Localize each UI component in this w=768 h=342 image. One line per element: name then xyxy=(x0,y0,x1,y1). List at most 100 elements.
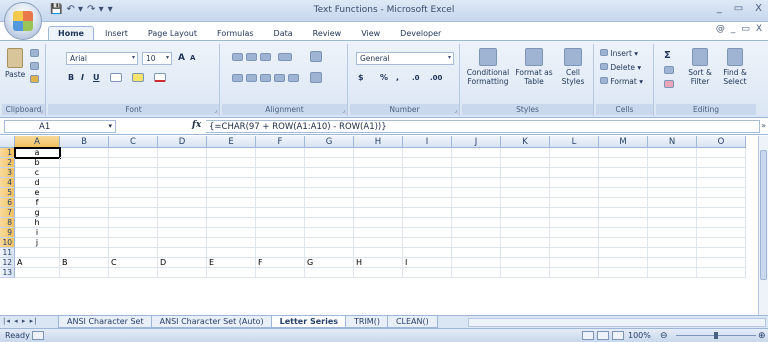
font-color-icon[interactable] xyxy=(154,73,166,82)
cell-c9[interactable] xyxy=(109,228,158,238)
cell-j9[interactable] xyxy=(452,228,501,238)
cell-c11[interactable] xyxy=(109,248,158,258)
cell-g6[interactable] xyxy=(305,198,354,208)
copy-icon[interactable] xyxy=(30,62,39,70)
cell-b11[interactable] xyxy=(60,248,109,258)
cell-h1[interactable] xyxy=(354,148,403,158)
cell-m4[interactable] xyxy=(599,178,648,188)
grow-font-button[interactable]: A xyxy=(178,53,185,63)
autosum-button[interactable]: Σ xyxy=(664,50,671,61)
cell-a8[interactable]: h xyxy=(15,218,60,228)
scrollbar-thumb[interactable] xyxy=(760,150,767,280)
cell-k1[interactable] xyxy=(501,148,550,158)
delete-cells-button[interactable]: Delete ▾ xyxy=(600,63,641,72)
cell-c6[interactable] xyxy=(109,198,158,208)
cell-f9[interactable] xyxy=(256,228,305,238)
row-header[interactable]: 12 xyxy=(0,258,15,268)
cell-k3[interactable] xyxy=(501,168,550,178)
cell-j11[interactable] xyxy=(452,248,501,258)
cell-f12[interactable]: F xyxy=(256,258,305,268)
cell-a7[interactable]: g xyxy=(15,208,60,218)
sheet-tab-clean[interactable]: CLEAN() xyxy=(386,316,438,328)
cell-n2[interactable] xyxy=(648,158,697,168)
font-launcher-icon[interactable]: ⌟ xyxy=(214,107,217,114)
ribbon-restore-button[interactable]: ▭ xyxy=(741,24,750,34)
ribbon-minimize-button[interactable]: _ xyxy=(731,24,736,34)
cell-o10[interactable] xyxy=(697,238,746,248)
cell-g7[interactable] xyxy=(305,208,354,218)
cell-n12[interactable] xyxy=(648,258,697,268)
cell-m10[interactable] xyxy=(599,238,648,248)
cell-m7[interactable] xyxy=(599,208,648,218)
cell-o4[interactable] xyxy=(697,178,746,188)
cell-c4[interactable] xyxy=(109,178,158,188)
cell-i7[interactable] xyxy=(403,208,452,218)
cell-o2[interactable] xyxy=(697,158,746,168)
column-header-n[interactable]: N xyxy=(648,136,697,148)
cell-d5[interactable] xyxy=(158,188,207,198)
sort-filter-button[interactable]: Sort & Filter xyxy=(684,48,716,86)
decrease-indent-icon[interactable] xyxy=(274,74,285,82)
cell-j8[interactable] xyxy=(452,218,501,228)
cell-g1[interactable] xyxy=(305,148,354,158)
cell-b13[interactable] xyxy=(60,268,109,278)
cell-f1[interactable] xyxy=(256,148,305,158)
format-as-table-button[interactable]: Format as Table xyxy=(514,48,554,86)
cell-m6[interactable] xyxy=(599,198,648,208)
cell-o8[interactable] xyxy=(697,218,746,228)
zoom-level[interactable]: 100% xyxy=(628,331,651,340)
cell-m1[interactable] xyxy=(599,148,648,158)
tab-data[interactable]: Data xyxy=(265,27,302,40)
cell-i3[interactable] xyxy=(403,168,452,178)
comma-button[interactable]: , xyxy=(396,73,399,82)
cell-o1[interactable] xyxy=(697,148,746,158)
cell-h5[interactable] xyxy=(354,188,403,198)
cell-h13[interactable] xyxy=(354,268,403,278)
borders-icon[interactable] xyxy=(110,73,122,82)
column-header-j[interactable]: J xyxy=(452,136,501,148)
cell-h8[interactable] xyxy=(354,218,403,228)
cell-g9[interactable] xyxy=(305,228,354,238)
page-break-view-button[interactable] xyxy=(612,331,624,340)
cell-j2[interactable] xyxy=(452,158,501,168)
cell-o7[interactable] xyxy=(697,208,746,218)
tab-formulas[interactable]: Formulas xyxy=(208,27,263,40)
tab-insert[interactable]: Insert xyxy=(96,27,137,40)
align-right-icon[interactable] xyxy=(260,74,271,82)
column-header-m[interactable]: M xyxy=(599,136,648,148)
cell-b12[interactable]: B xyxy=(60,258,109,268)
cell-k11[interactable] xyxy=(501,248,550,258)
row-header[interactable]: 6 xyxy=(0,198,15,208)
tab-review[interactable]: Review xyxy=(304,27,351,40)
wrap-text-icon[interactable] xyxy=(310,51,322,62)
align-bottom-icon[interactable] xyxy=(260,53,271,61)
merge-center-icon[interactable] xyxy=(310,72,322,83)
cell-d9[interactable] xyxy=(158,228,207,238)
cell-f5[interactable] xyxy=(256,188,305,198)
office-button[interactable] xyxy=(4,2,42,40)
number-format-combo[interactable]: General ▾ xyxy=(356,52,454,65)
cell-n5[interactable] xyxy=(648,188,697,198)
conditional-formatting-button[interactable]: Conditional Formatting xyxy=(464,48,512,86)
select-all-button[interactable] xyxy=(0,136,15,148)
orientation-icon[interactable] xyxy=(278,53,292,61)
column-header-o[interactable]: O xyxy=(697,136,746,148)
cell-d7[interactable] xyxy=(158,208,207,218)
cell-k2[interactable] xyxy=(501,158,550,168)
currency-button[interactable]: $ xyxy=(358,73,364,82)
column-header-d[interactable]: D xyxy=(158,136,207,148)
cell-g11[interactable] xyxy=(305,248,354,258)
cell-d4[interactable] xyxy=(158,178,207,188)
cell-g10[interactable] xyxy=(305,238,354,248)
cell-b7[interactable] xyxy=(60,208,109,218)
cell-b5[interactable] xyxy=(60,188,109,198)
cell-h4[interactable] xyxy=(354,178,403,188)
cell-f7[interactable] xyxy=(256,208,305,218)
cell-a2[interactable]: b xyxy=(15,158,60,168)
find-select-button[interactable]: Find & Select xyxy=(718,48,752,86)
cell-d11[interactable] xyxy=(158,248,207,258)
cell-g5[interactable] xyxy=(305,188,354,198)
cell-n9[interactable] xyxy=(648,228,697,238)
zoom-slider-knob[interactable] xyxy=(714,332,718,339)
cell-b1[interactable] xyxy=(60,148,109,158)
